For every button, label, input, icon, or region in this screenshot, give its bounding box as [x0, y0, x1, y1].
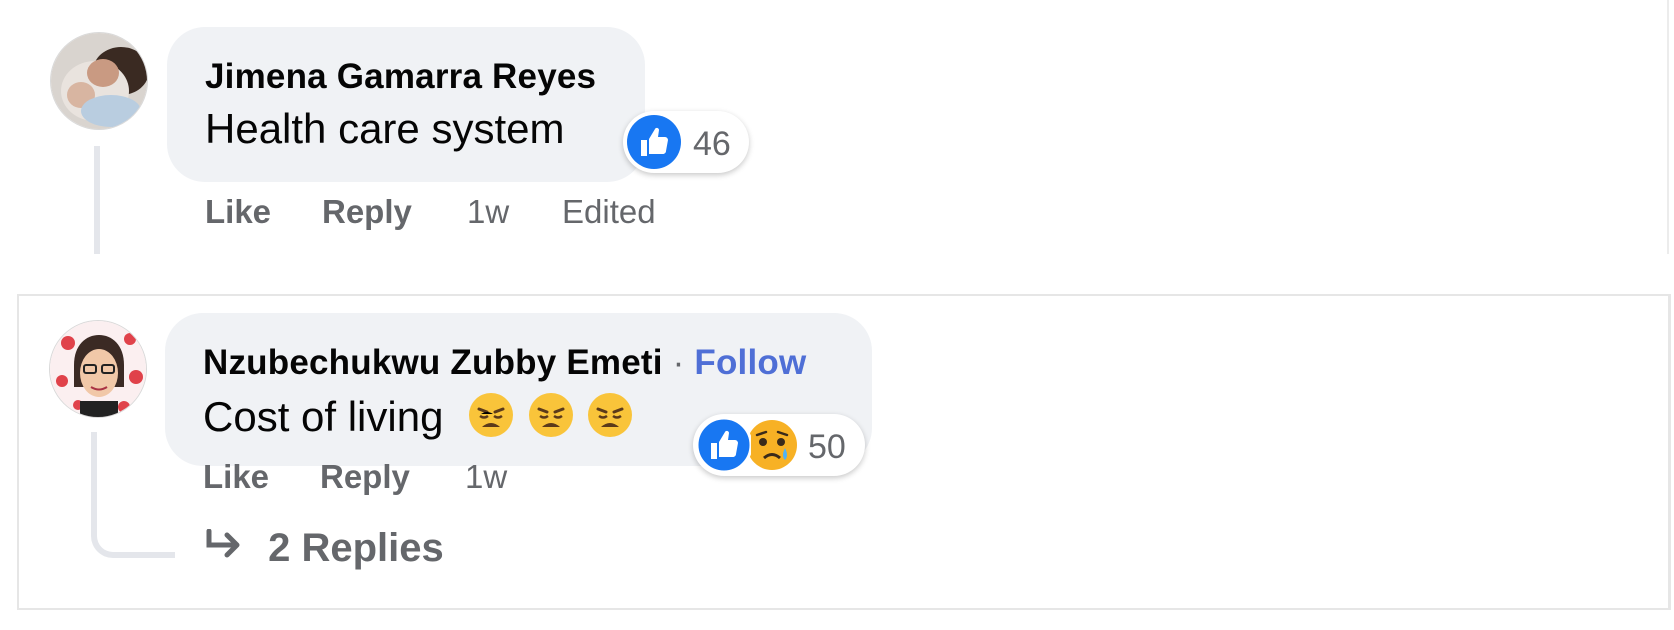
author-name[interactable]: Nzubechukwu Zubby Emeti [203, 343, 663, 382]
comment-text-content: Cost of living [203, 393, 444, 441]
reply-button[interactable]: Reply [322, 193, 412, 231]
comment-bubble: Jimena Gamarra Reyes Health care system [167, 27, 645, 182]
comment-actions: Like Reply 1w [203, 458, 623, 498]
timestamp[interactable]: 1w [467, 193, 509, 231]
comment-text: Health care system [205, 105, 565, 152]
replies-label: 2 Replies [268, 526, 444, 570]
reply-button[interactable]: Reply [320, 458, 410, 496]
like-icon [695, 416, 753, 477]
reaction-summary[interactable]: 50 [693, 414, 865, 476]
avatar[interactable] [50, 32, 148, 130]
like-button[interactable]: Like [203, 458, 269, 496]
thread-line [94, 146, 100, 254]
weary-face-icon [586, 391, 634, 449]
comment-author[interactable]: Jimena Gamarra Reyes [205, 57, 596, 97]
reaction-count: 46 [693, 125, 731, 163]
comment-author: Nzubechukwu Zubby Emeti · Follow [203, 343, 806, 383]
edited-label[interactable]: Edited [562, 193, 656, 231]
sad-icon [745, 418, 799, 477]
follow-button[interactable]: Follow [694, 343, 806, 382]
reply-arrow-icon [203, 528, 243, 573]
weary-face-icon [527, 391, 575, 449]
comment-1: Jimena Gamarra Reyes Health care system … [0, 0, 1669, 254]
thread-line [91, 432, 175, 558]
avatar[interactable] [49, 320, 147, 418]
like-button[interactable]: Like [205, 193, 271, 231]
comment-2: Nzubechukwu Zubby Emeti · Follow Cost of… [17, 294, 1671, 610]
weary-face-icon [467, 391, 515, 449]
comment-text: Cost of living [203, 391, 634, 449]
timestamp[interactable]: 1w [465, 458, 507, 496]
reaction-count: 50 [808, 428, 846, 466]
reaction-summary[interactable]: 46 [623, 111, 749, 173]
comment-actions: Like Reply 1w Edited [205, 193, 705, 233]
view-replies-button[interactable]: 2 Replies [203, 526, 444, 573]
separator: · [672, 343, 685, 382]
like-icon [627, 115, 681, 174]
